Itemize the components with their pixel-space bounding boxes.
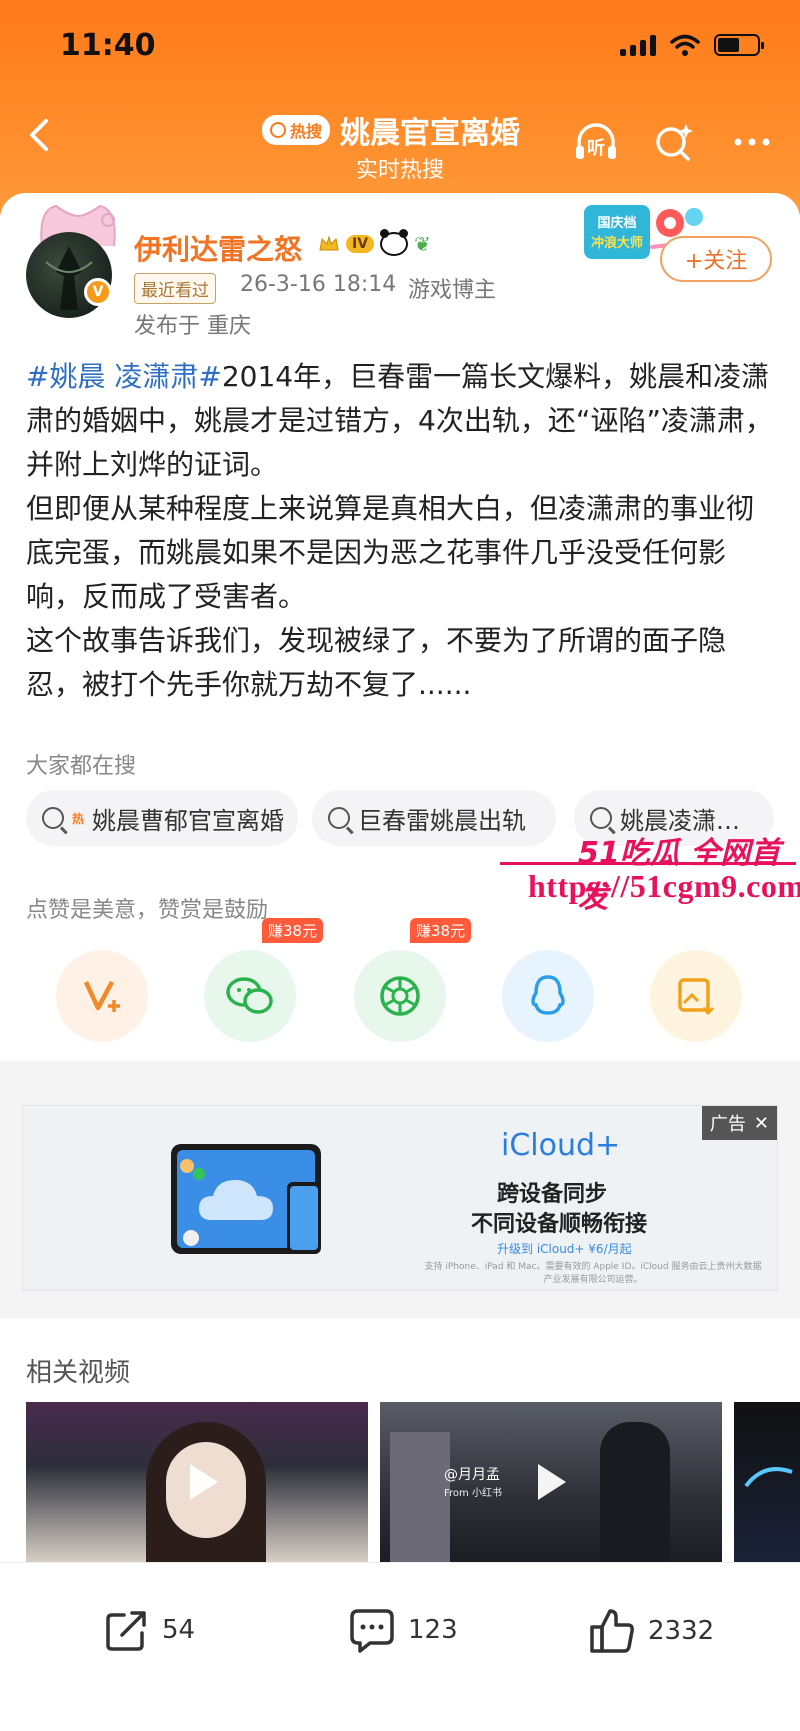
svg-text:国庆档: 国庆档	[597, 215, 636, 231]
wifi-icon	[670, 34, 700, 56]
moments-icon	[380, 976, 420, 1016]
search-icon	[270, 122, 286, 138]
page-title: 姚晨官宣离婚	[340, 116, 521, 151]
ipad-illustration-icon	[171, 1144, 321, 1254]
comment-icon	[350, 1609, 394, 1653]
search-icon	[328, 807, 350, 829]
comment-action[interactable]: 123	[348, 1607, 458, 1653]
post-time: 26-3-16 18:14	[240, 272, 397, 297]
share-icon	[106, 1611, 146, 1651]
v-plus-icon	[83, 980, 120, 1012]
watermark-url: https://51cgm9.com	[528, 868, 800, 904]
header: 11:40 热搜 姚晨官宣离婚 实时热搜 听	[0, 0, 800, 215]
ad-fineprint: 支持 iPhone、iPad 和 Mac。需要有效的 Apple ID。iClo…	[424, 1262, 762, 1285]
svg-text:听: 听	[587, 137, 605, 159]
ad-line1: 跨设备同步	[497, 1182, 608, 1207]
crowd-figure	[390, 1432, 450, 1562]
searches-label: 大家都在搜	[26, 754, 137, 779]
battery-icon	[714, 34, 764, 56]
share-action[interactable]: 54	[104, 1607, 195, 1653]
search-icon	[590, 807, 612, 829]
bottom-action-bar: 54 123 2332	[0, 1562, 800, 1731]
appreciate-label: 点赞是美意，赞赏是鼓励	[26, 898, 269, 923]
video-thumbnail[interactable]: @月月孟 From 小红书	[380, 1402, 722, 1562]
share-qq-button[interactable]	[502, 950, 594, 1042]
signal-icon	[620, 34, 656, 56]
comment-count: 123	[408, 1615, 458, 1645]
reward-badge: 赚38元	[262, 918, 324, 943]
ad-tag[interactable]: 广告 ✕	[701, 1106, 777, 1140]
reward-button[interactable]	[56, 950, 148, 1042]
ai-search-icon[interactable]	[650, 118, 698, 166]
recent-tag: 最近看过	[134, 273, 216, 304]
panda-icon	[380, 229, 409, 256]
post-location: 发布于 重庆	[134, 314, 251, 339]
post-paragraph-3: 这个故事告诉我们，发现被绿了，不要为了所谓的面子隐忍，被打个先手你就万劫不复了.…	[26, 624, 727, 701]
listen-icon[interactable]: 听	[572, 118, 620, 166]
hashtag-link[interactable]: #姚晨 凌潇肃#	[26, 360, 222, 393]
ad-line2: 不同设备顺畅衔接	[471, 1212, 648, 1237]
follow-button[interactable]: +关注	[660, 236, 772, 282]
crowd-figure	[600, 1422, 670, 1562]
share-moments-button[interactable]	[354, 950, 446, 1042]
related-label: 相关视频	[26, 1358, 131, 1388]
thumbs-up-icon	[590, 1609, 634, 1653]
close-icon[interactable]: ✕	[754, 1113, 769, 1134]
ad-title: iCloud+	[501, 1128, 621, 1163]
qq-icon	[531, 975, 565, 1015]
hot-search-badge: 热搜	[262, 115, 331, 145]
like-action[interactable]: 2332	[588, 1607, 714, 1655]
author-role: 游戏博主	[408, 278, 497, 303]
verified-badge-icon: V	[84, 278, 112, 306]
like-count: 2332	[648, 1616, 715, 1646]
svg-text:冲浪大师: 冲浪大师	[591, 235, 643, 251]
video-caption: @月月孟	[444, 1467, 500, 1483]
author-name[interactable]: 伊利达雷之怒	[134, 228, 302, 268]
search-chip[interactable]: 热 姚晨曹郁官宣离婚	[26, 790, 298, 846]
back-icon[interactable]	[22, 118, 56, 152]
game-logo-icon	[744, 1467, 793, 1488]
post-body: #姚晨 凌潇肃#2014年，巨春雷一篇长文爆料，姚晨和凌潇肃的婚姻中，姚晨才是过…	[26, 355, 776, 707]
wechat-icon	[226, 977, 273, 1014]
status-time: 11:40	[60, 28, 156, 63]
share-wechat-button[interactable]	[204, 950, 296, 1042]
video-source: From 小红书	[444, 1488, 502, 1499]
image-download-icon	[678, 978, 715, 1016]
video-thumbnail[interactable]	[734, 1402, 800, 1562]
post-paragraph-1: #姚晨 凌潇肃#2014年，巨春雷一篇长文爆料，姚晨和凌潇肃的婚姻中，姚晨才是过…	[26, 360, 773, 481]
play-icon	[190, 1464, 218, 1500]
search-icon	[42, 807, 64, 829]
title-row: 热搜 姚晨官宣离婚	[262, 108, 520, 152]
save-image-button[interactable]	[650, 950, 742, 1042]
status-icons	[620, 34, 764, 56]
search-chip[interactable]: 巨春雷姚晨出轨	[312, 790, 556, 846]
video-thumbnail[interactable]	[26, 1402, 368, 1562]
level-badge: IV	[346, 235, 375, 253]
hot-tag: 热	[72, 811, 85, 826]
ad-banner[interactable]: 广告 ✕ iCloud+ 跨设备同步 不同设备顺畅衔接 升级到 iCloud+ …	[22, 1105, 778, 1291]
post-paragraph-2: 但即便从某种程度上来说算是真相大白，但凌潇肃的事业彻底完蛋，而姚晨如果不是因为恶…	[26, 492, 755, 613]
reward-badge: 赚38元	[410, 918, 472, 943]
play-icon	[538, 1464, 566, 1500]
share-count: 54	[162, 1615, 196, 1645]
sprout-icon: ❦	[414, 232, 431, 256]
watermark-divider	[500, 862, 796, 865]
author-badges: IV ❦	[318, 229, 431, 256]
ad-line3: 升级到 iCloud+ ¥6/月起	[497, 1242, 632, 1256]
crown-icon	[319, 235, 339, 251]
more-icon[interactable]	[728, 118, 776, 166]
